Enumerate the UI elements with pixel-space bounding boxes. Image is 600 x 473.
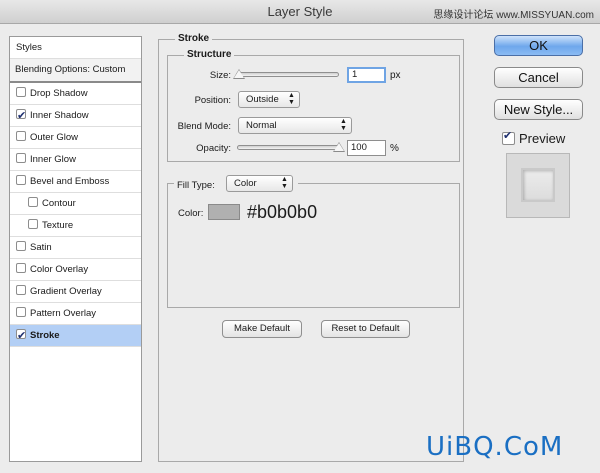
blend-mode-select[interactable]: Normal ▲ ▼ [238,117,352,134]
style-item-label: Drop Shadow [30,88,88,99]
new-style-button[interactable]: New Style... [494,99,583,120]
style-item-checkbox[interactable] [16,241,26,251]
preview-swatch [521,168,555,202]
size-slider-track[interactable] [236,72,339,77]
style-item-contour[interactable]: Contour [10,193,141,215]
opacity-label: Opacity: [196,143,231,154]
style-item-checkbox[interactable] [16,106,26,127]
style-item-checkbox[interactable] [28,197,38,207]
style-item-label: Inner Glow [30,154,76,165]
styles-header[interactable]: Styles [10,37,141,59]
style-item-checkbox[interactable] [16,285,26,295]
position-select[interactable]: Outside ▲ ▼ [238,91,300,108]
stroke-title: Stroke [175,33,213,44]
color-hex-text: #b0b0b0 [247,202,318,222]
style-item-label: Outer Glow [30,132,79,143]
style-item-pattern-overlay[interactable]: Pattern Overlay [10,303,141,325]
opacity-unit: % [390,143,399,154]
style-item-inner-glow[interactable]: Inner Glow [10,149,141,171]
opacity-slider-track[interactable] [237,145,339,150]
color-label: Color: [178,208,204,219]
style-item-gradient-overlay[interactable]: Gradient Overlay [10,281,141,303]
style-item-checkbox[interactable] [16,131,26,141]
styles-list: Styles Blending Options: Custom Drop Sha… [9,36,142,462]
opacity-slider-thumb[interactable] [333,142,345,152]
style-item-inner-shadow[interactable]: Inner Shadow [10,105,141,127]
style-item-label: Gradient Overlay [30,286,102,297]
size-slider-thumb[interactable] [233,69,245,79]
size-label: Size: [209,70,231,81]
opacity-input[interactable]: 100 [347,140,386,156]
make-default-button[interactable]: Make Default [222,320,302,338]
style-item-color-overlay[interactable]: Color Overlay [10,259,141,281]
style-item-bevel-and-emboss[interactable]: Bevel and Emboss [10,171,141,193]
style-item-label: Bevel and Emboss [30,176,110,187]
style-item-label: Inner Shadow [30,110,89,121]
title-bar: Layer Style 思缘设计论坛 www.MISSYUAN.com [0,0,600,24]
preview-checkbox[interactable] [502,129,515,145]
blend-mode-label: Blend Mode: [177,121,231,132]
select-arrows-icon: ▲ ▼ [340,118,347,132]
size-input[interactable]: 1 [347,67,386,83]
fill-type-select[interactable]: Color ▲ ▼ [226,175,293,192]
select-arrows-icon: ▲ ▼ [281,176,288,190]
style-item-checkbox[interactable] [16,153,26,163]
style-item-checkbox[interactable] [16,263,26,273]
style-item-checkbox[interactable] [28,219,38,229]
style-item-label: Stroke [30,330,60,341]
preview-thumbnail [506,153,570,218]
select-arrows-icon: ▲ ▼ [288,92,295,106]
watermark-bottom: UiBQ.CoM [426,432,564,462]
ok-button[interactable]: OK [494,35,583,56]
style-item-stroke[interactable]: Stroke [10,325,141,347]
style-item-label: Texture [42,220,74,231]
style-item-texture[interactable]: Texture [10,215,141,237]
fill-type-select-value: Color [234,178,257,189]
blend-mode-select-value: Normal [246,120,277,131]
style-item-satin[interactable]: Satin [10,237,141,259]
style-item-label: Pattern Overlay [30,308,96,319]
style-item-outer-glow[interactable]: Outer Glow [10,127,141,149]
reset-to-default-button[interactable]: Reset to Default [321,320,410,338]
style-item-checkbox[interactable] [16,87,26,97]
style-item-label: Satin [30,242,52,253]
position-label: Position: [194,95,231,106]
color-swatch[interactable] [208,204,240,220]
style-item-label: Contour [42,198,76,209]
cancel-button[interactable]: Cancel [494,67,583,88]
style-item-label: Color Overlay [30,264,89,275]
style-item-checkbox[interactable] [16,307,26,317]
fill-type-label: Fill Type: [177,180,215,191]
watermark-top: 思缘设计论坛 www.MISSYUAN.com [433,10,594,21]
style-item-drop-shadow[interactable]: Drop Shadow [10,83,141,105]
structure-title: Structure [184,49,235,60]
blending-options-item[interactable]: Blending Options: Custom [10,59,141,83]
size-unit: px [390,70,401,81]
preview-label: Preview [519,131,566,146]
position-select-value: Outside [246,94,279,105]
style-item-checkbox[interactable] [16,175,26,185]
style-item-checkbox[interactable] [16,326,26,347]
